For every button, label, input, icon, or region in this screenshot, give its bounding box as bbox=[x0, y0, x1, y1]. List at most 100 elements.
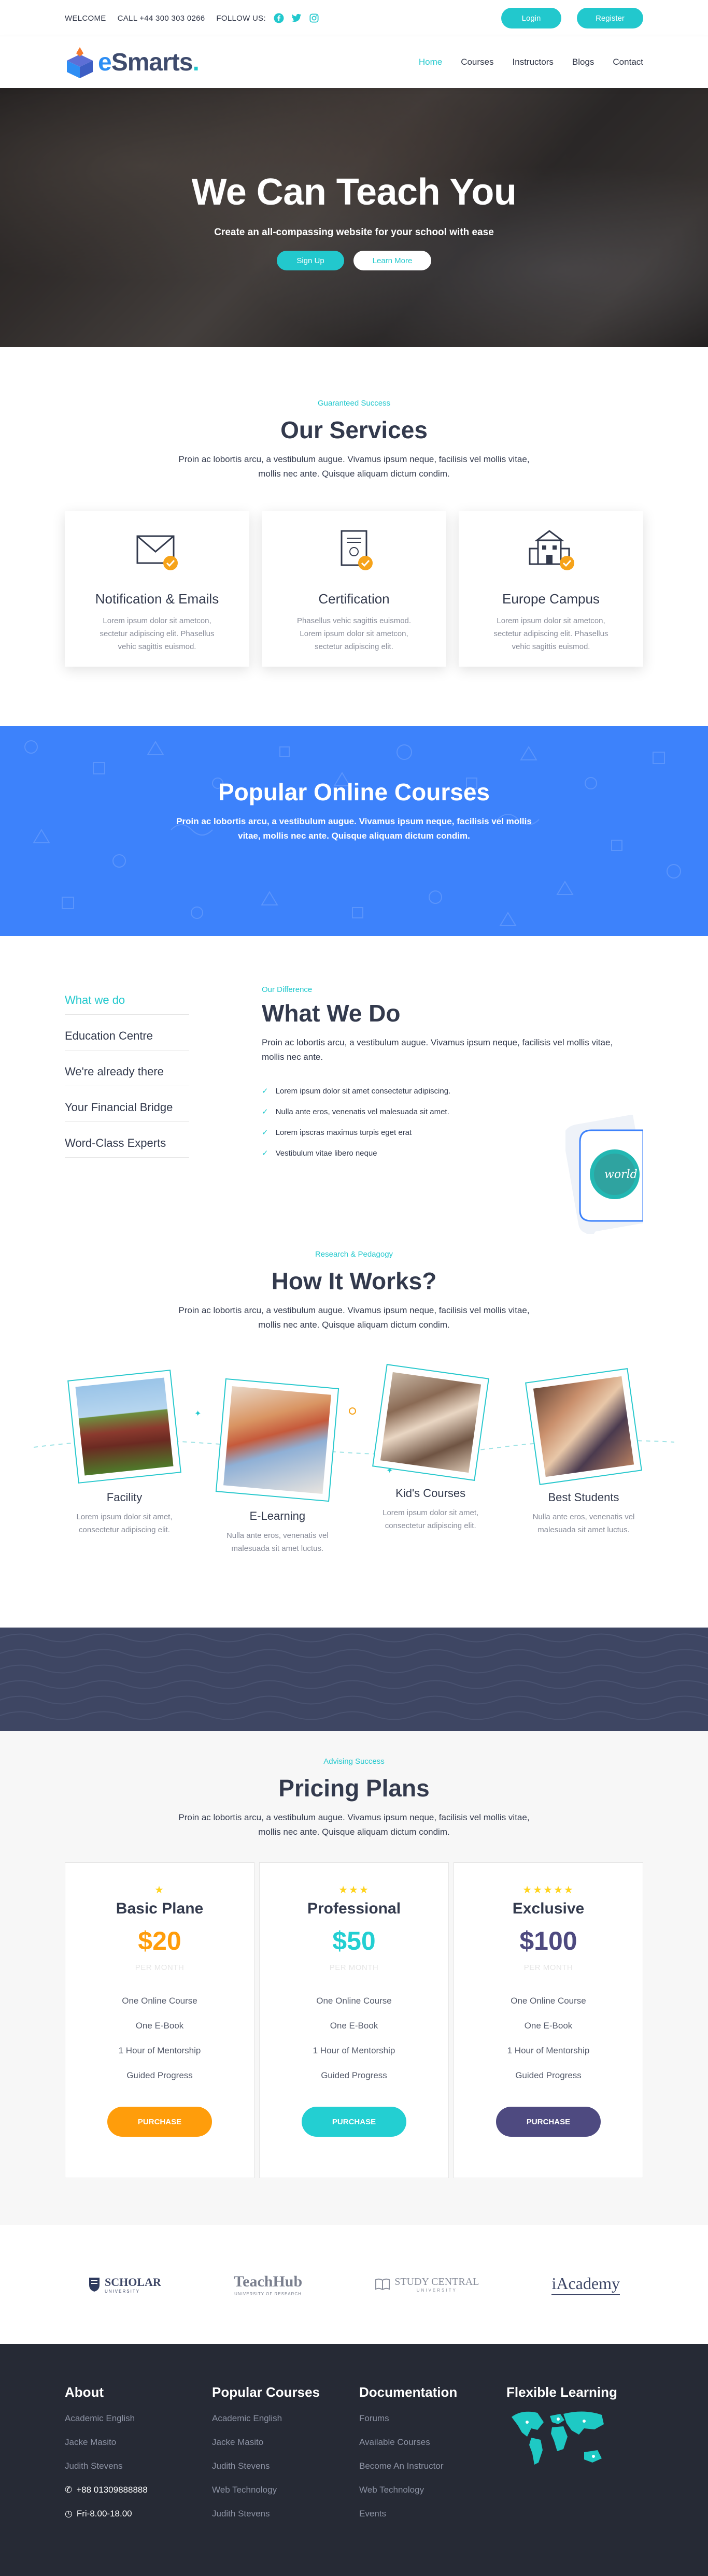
check-icon: ✓ bbox=[262, 1149, 268, 1158]
plan-feature: One E-Book bbox=[330, 2021, 378, 2031]
tab-financial-bridge[interactable]: Your Financial Bridge bbox=[65, 1101, 189, 1122]
footer-heading: Documentation bbox=[359, 2384, 458, 2400]
tab-education-centre[interactable]: Education Centre bbox=[65, 1029, 189, 1050]
service-title: Notification & Emails bbox=[95, 591, 219, 607]
nav-instructors[interactable]: Instructors bbox=[513, 57, 554, 67]
how-step-kids: Kid's Courses Lorem ipsum dolor sit amet… bbox=[371, 1364, 490, 1555]
plan-price: $100 bbox=[519, 1926, 577, 1955]
pricing-eyebrow: Advising Success bbox=[323, 1757, 385, 1766]
footer-hours: ◷ Fri-8.00-18.00 bbox=[65, 2502, 212, 2526]
world-map-icon bbox=[512, 2411, 604, 2465]
footer-link[interactable]: Judith Stevens bbox=[212, 2502, 359, 2526]
how-step-text: Lorem ipsum dolor sit amet, consectetur … bbox=[383, 1508, 479, 1530]
how-step-title: Facility bbox=[106, 1491, 143, 1504]
clock-icon: ◷ bbox=[65, 2509, 73, 2519]
how-step-text: Nulla ante eros, venenatis vel malesuada… bbox=[226, 1531, 329, 1553]
social-links bbox=[273, 12, 320, 24]
service-card[interactable]: Certification Phasellus vehic sagittis e… bbox=[262, 511, 446, 667]
footer-link[interactable]: Become An Instructor bbox=[359, 2454, 506, 2478]
price-card-basic: ★ Basic Plane $20 PER MONTH One Online C… bbox=[65, 1862, 254, 2178]
envelope-icon bbox=[136, 535, 178, 570]
certificate-icon bbox=[341, 530, 373, 570]
footer-link[interactable]: Web Technology bbox=[212, 2478, 359, 2502]
wwd-lead: Proin ac lobortis arcu, a vestibulum aug… bbox=[262, 1038, 613, 1062]
tab-what-we-do[interactable]: What we do bbox=[65, 994, 189, 1015]
follow-text: FOLLOW US: bbox=[216, 13, 266, 23]
footer-link[interactable]: Judith Stevens bbox=[212, 2454, 359, 2478]
cube-logo-icon bbox=[67, 47, 93, 78]
plan-period: PER MONTH bbox=[329, 1963, 379, 1972]
purchase-button[interactable]: PURCHASE bbox=[302, 2107, 406, 2137]
signup-button[interactable]: Sign Up bbox=[277, 251, 344, 270]
partner-logo-study-central[interactable]: STUDY CENTRAL UNIVERSITY bbox=[375, 2276, 479, 2293]
footer-link[interactable]: Judith Stevens bbox=[65, 2454, 212, 2478]
plan-name: Exclusive bbox=[512, 1900, 585, 1917]
footer-link[interactable]: Forums bbox=[359, 2407, 506, 2430]
footer-link[interactable]: Events bbox=[359, 2502, 506, 2526]
footer-link[interactable]: Academic English bbox=[212, 2407, 359, 2430]
footer-link[interactable]: Available Courses bbox=[359, 2430, 506, 2454]
phone-icon: ✆ bbox=[65, 2485, 73, 2495]
site-logo[interactable]: eSmarts. bbox=[65, 45, 200, 79]
students-photo bbox=[525, 1368, 642, 1485]
partner-logo-iacademy[interactable]: iAcademy bbox=[551, 2274, 620, 2295]
how-eyebrow: Research & Pedagogy bbox=[315, 1250, 393, 1259]
footer-link[interactable]: Jacke Masito bbox=[65, 2430, 212, 2454]
nav-courses[interactable]: Courses bbox=[461, 57, 493, 67]
tab-already-there[interactable]: We're already there bbox=[65, 1065, 189, 1086]
footer-link[interactable]: Web Technology bbox=[359, 2478, 506, 2502]
facebook-icon[interactable] bbox=[273, 12, 285, 24]
popular-title: Popular Online Courses bbox=[218, 779, 490, 805]
plan-feature: Guided Progress bbox=[515, 2070, 582, 2080]
service-card[interactable]: Europe Campus Lorem ipsum dolor sit amet… bbox=[459, 511, 643, 667]
check-icon: ✓ bbox=[262, 1087, 268, 1096]
services-lead: Proin ac lobortis arcu, a vestibulum aug… bbox=[178, 454, 530, 479]
service-title: Certification bbox=[318, 591, 390, 607]
campus-building-icon bbox=[529, 530, 574, 570]
what-we-do-tabs: What we do Education Centre We're alread… bbox=[65, 985, 262, 1172]
plan-feature: Guided Progress bbox=[126, 2070, 193, 2080]
plan-feature: 1 Hour of Mentorship bbox=[118, 2046, 201, 2055]
how-step-title: Kid's Courses bbox=[395, 1487, 466, 1500]
footer-phone[interactable]: ✆ +88 01309888888 bbox=[65, 2478, 212, 2502]
star-rating-icon: ★★★★★ bbox=[522, 1884, 574, 1896]
how-step-best-students: Best Students Nulla ante eros, venenatis… bbox=[524, 1368, 643, 1555]
nav-blogs[interactable]: Blogs bbox=[572, 57, 594, 67]
popular-courses-section: Popular Online Courses Proin ac lobortis… bbox=[0, 726, 708, 936]
login-button[interactable]: Login bbox=[501, 8, 561, 28]
shield-icon bbox=[89, 2278, 100, 2292]
learn-more-button[interactable]: Learn More bbox=[353, 251, 431, 270]
kids-photo bbox=[372, 1364, 489, 1481]
nav-contact[interactable]: Contact bbox=[613, 57, 643, 67]
partner-logo-teachhub[interactable]: TeachHub UNIVERSITY OF RESEARCH bbox=[234, 2273, 302, 2296]
register-button[interactable]: Register bbox=[577, 8, 643, 28]
instagram-icon[interactable] bbox=[308, 12, 320, 24]
purchase-button[interactable]: PURCHASE bbox=[496, 2107, 601, 2137]
twitter-icon[interactable] bbox=[291, 12, 302, 24]
purchase-button[interactable]: PURCHASE bbox=[107, 2107, 212, 2137]
pricing-lead: Proin ac lobortis arcu, a vestibulum aug… bbox=[178, 1812, 530, 1837]
service-title: Europe Campus bbox=[502, 591, 600, 607]
service-text: Lorem ipsum dolor sit ametcon, sectetur … bbox=[100, 616, 215, 651]
plan-feature: One E-Book bbox=[135, 2021, 184, 2031]
service-card[interactable]: Notification & Emails Lorem ipsum dolor … bbox=[65, 511, 249, 667]
how-it-works-section: Research & Pedagogy How It Works? Proin … bbox=[0, 1208, 708, 1628]
star-rating-icon: ★★★ bbox=[338, 1884, 370, 1896]
footer-link[interactable]: Academic English bbox=[65, 2407, 212, 2430]
plan-feature: One E-Book bbox=[524, 2021, 573, 2031]
hero-banner: We Can Teach You Create an all-compassin… bbox=[0, 88, 708, 347]
how-lead: Proin ac lobortis arcu, a vestibulum aug… bbox=[178, 1305, 530, 1330]
decorative-wave-band bbox=[0, 1628, 708, 1731]
tab-word-class-experts[interactable]: Word-Class Experts bbox=[65, 1136, 189, 1158]
service-text: Phasellus vehic sagittis euismod. Lorem … bbox=[296, 616, 412, 651]
partner-logo-scholar[interactable]: SCHOLAR UNIVERSITY bbox=[88, 2276, 161, 2294]
footer-popular-courses: Popular Courses Academic English Jacke M… bbox=[212, 2384, 359, 2526]
what-we-do-section: What we do Education Centre We're alread… bbox=[0, 936, 708, 1234]
footer-link[interactable]: Jacke Masito bbox=[212, 2430, 359, 2454]
how-step-text: Nulla ante eros, venenatis vel malesuada… bbox=[532, 1513, 635, 1534]
pricing-title: Pricing Plans bbox=[278, 1775, 430, 1802]
main-navbar: eSmarts. Home Courses Instructors Blogs … bbox=[0, 36, 708, 88]
wwd-eyebrow: Our Difference bbox=[262, 985, 313, 994]
plan-feature: One Online Course bbox=[511, 1996, 586, 2006]
nav-home[interactable]: Home bbox=[419, 57, 442, 67]
